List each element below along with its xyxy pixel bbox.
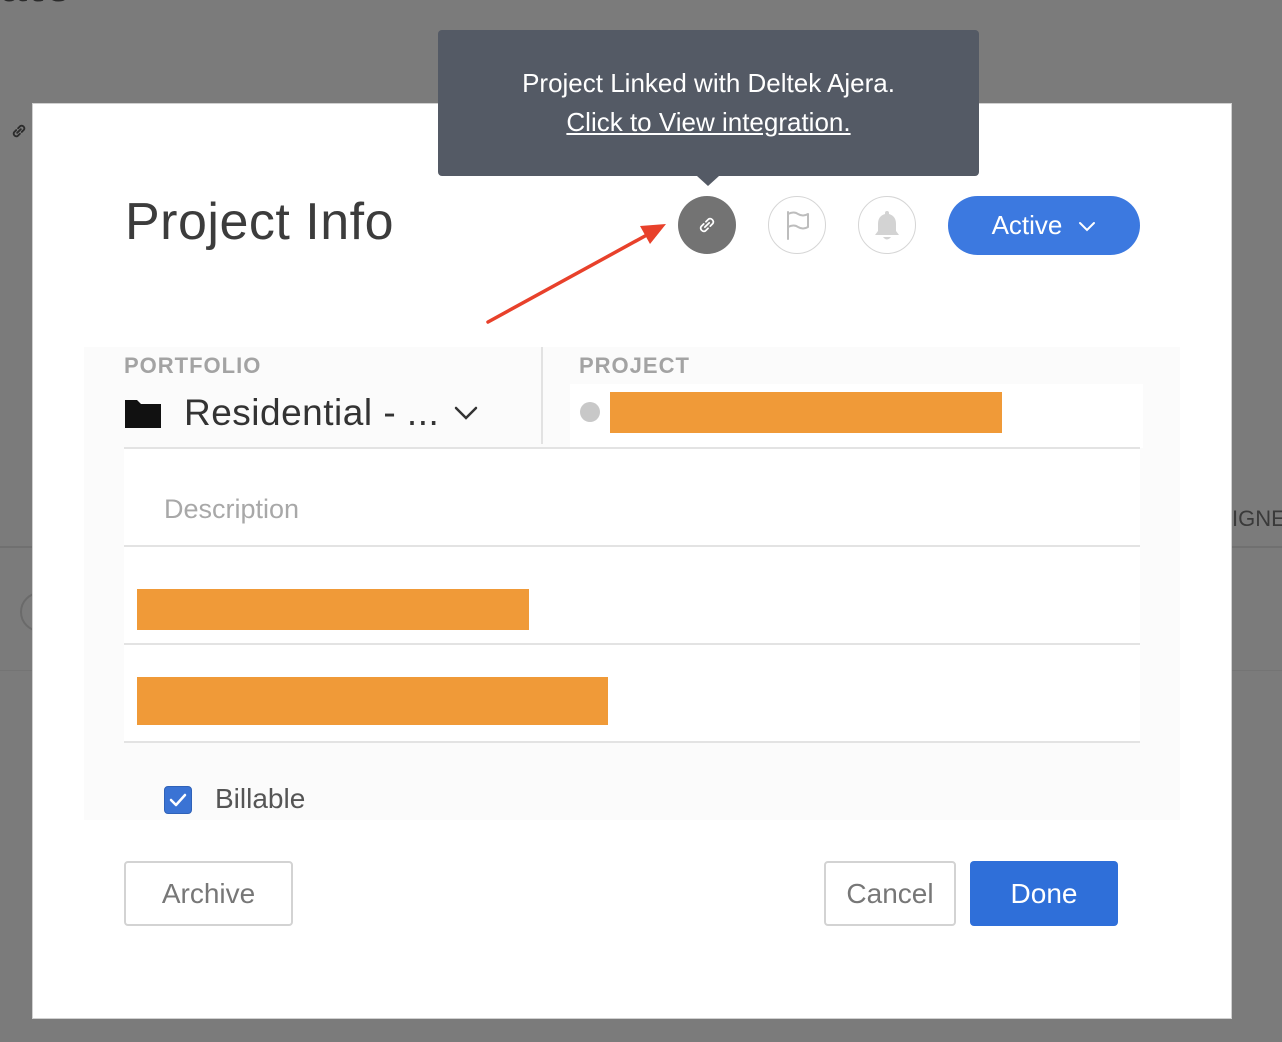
field-divider xyxy=(124,741,1140,743)
integration-link-button[interactable] xyxy=(678,196,736,254)
checkmark-icon xyxy=(169,793,187,807)
folder-icon xyxy=(125,400,161,428)
status-label: Active xyxy=(991,210,1063,240)
billable-label: Billable xyxy=(215,783,306,814)
redacted-project-name xyxy=(610,392,1002,433)
integration-tooltip: Project Linked with Deltek Ajera. Click … xyxy=(438,30,979,176)
modal-title: Project Info xyxy=(125,193,395,251)
project-label: PROJECT xyxy=(579,353,690,378)
flag-button[interactable] xyxy=(768,196,826,254)
bell-icon xyxy=(875,211,899,240)
portfolio-label: PORTFOLIO xyxy=(124,353,262,378)
redacted-field xyxy=(137,589,529,630)
portfolio-select[interactable]: Residential - ... xyxy=(124,392,479,434)
view-integration-link[interactable]: Click to View integration. xyxy=(438,103,979,142)
redacted-field xyxy=(137,677,608,725)
project-info-modal: Project Info Active PORTFOLIO Residentia… xyxy=(33,104,1231,1018)
done-button[interactable]: Done xyxy=(970,861,1118,926)
field-divider xyxy=(541,347,543,444)
link-icon[interactable] xyxy=(8,120,30,142)
flag-icon xyxy=(787,211,809,240)
background-column-header: IGNE xyxy=(1232,506,1282,531)
tooltip-text: Project Linked with Deltek Ajera. xyxy=(522,68,895,98)
background-page-title: ate xyxy=(0,0,72,13)
tooltip-pointer xyxy=(697,176,719,186)
status-dropdown[interactable]: Active xyxy=(948,196,1140,255)
description-input[interactable]: Description xyxy=(164,494,299,525)
archive-button[interactable]: Archive xyxy=(124,861,293,926)
cancel-button[interactable]: Cancel xyxy=(824,861,956,926)
chevron-down-icon xyxy=(1079,221,1096,231)
billable-checkbox[interactable] xyxy=(164,786,192,814)
chevron-down-icon xyxy=(455,406,478,420)
project-color-dot[interactable] xyxy=(580,402,600,422)
link-icon xyxy=(699,217,715,233)
portfolio-value: Residential - ... xyxy=(184,392,440,433)
notifications-button[interactable] xyxy=(858,196,916,254)
